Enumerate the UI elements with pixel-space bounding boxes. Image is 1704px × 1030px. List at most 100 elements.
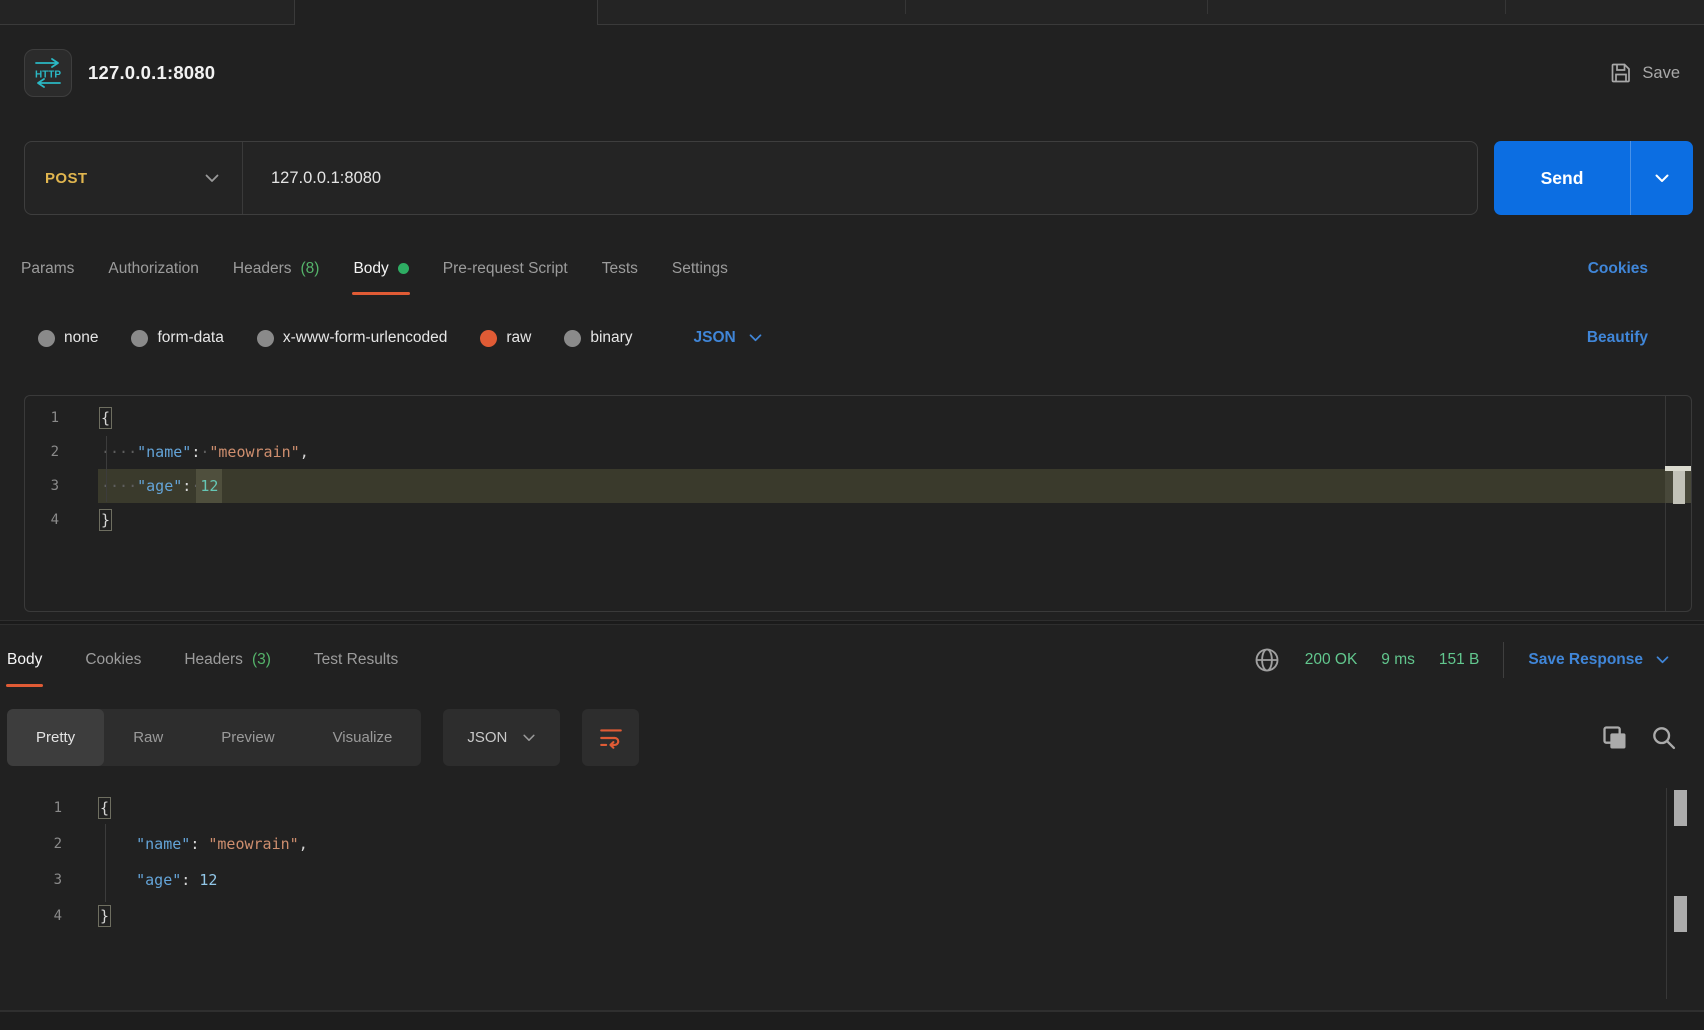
method-label: POST <box>45 170 87 187</box>
line-number: 3 <box>0 862 97 898</box>
cursor-overview-marker <box>1673 471 1685 504</box>
browser-tab-left[interactable] <box>0 0 295 25</box>
browser-tab-area-right[interactable] <box>598 0 1704 25</box>
response-format-selector[interactable]: JSON <box>443 709 560 766</box>
send-button[interactable]: Send <box>1494 141 1693 215</box>
view-visualize[interactable]: Visualize <box>304 709 422 766</box>
response-code: 1{2 "name": "meowrain",3 "age": 124} <box>0 788 1704 934</box>
radio-raw[interactable]: raw <box>480 329 531 347</box>
scroll-marker <box>1674 790 1687 826</box>
view-preview[interactable]: Preview <box>192 709 303 766</box>
tab-body[interactable]: Body <box>353 240 408 297</box>
beautify-link[interactable]: Beautify <box>1587 329 1648 347</box>
url-bar: POST 127.0.0.1:8080 <box>24 141 1478 215</box>
code-line: 3····"age":·12 <box>25 469 1665 503</box>
copy-icon <box>1601 724 1629 752</box>
wrap-text-button[interactable] <box>582 709 639 766</box>
response-body-viewer[interactable]: 1{2 "name": "meowrain",3 "age": 124} <box>0 788 1704 999</box>
save-response-button[interactable]: Save Response <box>1528 651 1670 669</box>
radio-circle <box>131 330 148 347</box>
tab-response-body[interactable]: Body <box>7 630 42 690</box>
cookies-link[interactable]: Cookies <box>1588 240 1648 297</box>
code-line: 2 "name": "meowrain", <box>0 826 1666 862</box>
request-body-editor[interactable]: 1{2····"name":·"meowrain",3····"age":·12… <box>24 395 1692 612</box>
body-type-bar: none form-data x-www-form-urlencoded raw… <box>38 311 1704 365</box>
code-line: 2····"name":·"meowrain", <box>25 435 1665 469</box>
code-line: 1{ <box>25 401 1665 435</box>
copy-button[interactable] <box>1601 724 1629 752</box>
tab-separator <box>1505 0 1506 14</box>
browser-tab-active[interactable] <box>295 0 598 25</box>
response-tools <box>1601 724 1678 752</box>
headers-count-badge: (8) <box>300 260 319 278</box>
tab-settings[interactable]: Settings <box>672 240 728 297</box>
svg-text:HTTP: HTTP <box>35 70 61 81</box>
view-pretty[interactable]: Pretty <box>7 709 104 766</box>
code-text: "name": "meowrain", <box>97 826 1666 862</box>
wrap-text-icon <box>598 725 624 751</box>
magnifier-icon <box>1650 724 1678 752</box>
code-line: 4} <box>25 503 1665 537</box>
code-text: ····"age":·12 <box>98 469 1665 503</box>
view-raw[interactable]: Raw <box>104 709 192 766</box>
scroll-marker <box>1674 896 1687 932</box>
radio-circle <box>38 330 55 347</box>
send-label[interactable]: Send <box>1494 141 1631 215</box>
chevron-down-icon <box>1654 173 1670 184</box>
bottom-divider <box>0 1010 1704 1030</box>
body-modified-dot <box>398 263 409 274</box>
tab-separator <box>1207 0 1208 14</box>
method-selector[interactable]: POST <box>25 142 243 214</box>
line-number: 1 <box>0 790 97 826</box>
indent-guide <box>105 824 106 902</box>
tab-tests[interactable]: Tests <box>602 240 638 297</box>
save-label: Save <box>1642 64 1680 83</box>
viewer-scroll-gutter[interactable] <box>1666 788 1667 999</box>
code-text: } <box>97 898 1666 934</box>
tab-separator <box>905 0 906 14</box>
code-line: 3 "age": 12 <box>0 862 1666 898</box>
request-title-bar: HTTP 127.0.0.1:8080 Save <box>24 49 1680 97</box>
pane-splitter[interactable] <box>0 620 1704 625</box>
code-line: 4} <box>0 898 1666 934</box>
time-badge: 9 ms <box>1381 651 1415 669</box>
chevron-down-icon <box>522 733 536 743</box>
radio-binary[interactable]: binary <box>564 329 632 347</box>
indent-guide <box>106 436 107 502</box>
response-meta: 200 OK 9 ms 151 B Save Response <box>1253 630 1670 690</box>
line-number: 1 <box>25 401 98 435</box>
response-section-tabs: Body Cookies Headers (3) Test Results 20… <box>7 630 1704 690</box>
save-button[interactable]: Save <box>1609 61 1680 85</box>
search-button[interactable] <box>1650 724 1678 752</box>
request-code: 1{2····"name":·"meowrain",3····"age":·12… <box>25 396 1691 537</box>
chevron-down-icon <box>204 173 220 184</box>
response-headers-count-badge: (3) <box>252 651 271 669</box>
url-input[interactable]: 127.0.0.1:8080 <box>243 169 1477 188</box>
tab-response-headers[interactable]: Headers (3) <box>184 630 271 690</box>
radio-circle-selected <box>480 330 497 347</box>
code-text: { <box>98 401 1665 435</box>
radio-urlencoded[interactable]: x-www-form-urlencoded <box>257 329 448 347</box>
divider <box>1503 642 1504 678</box>
tab-params[interactable]: Params <box>21 240 74 297</box>
request-tabs: Params Authorization Headers (8) Body Pr… <box>21 240 1704 297</box>
tab-headers[interactable]: Headers (8) <box>233 240 320 297</box>
radio-circle <box>257 330 274 347</box>
request-title: 127.0.0.1:8080 <box>88 62 215 84</box>
code-text: { <box>97 790 1666 826</box>
line-number: 2 <box>25 435 98 469</box>
radio-circle <box>564 330 581 347</box>
format-selector[interactable]: JSON <box>694 329 763 347</box>
tab-authorization[interactable]: Authorization <box>108 240 198 297</box>
tab-response-cookies[interactable]: Cookies <box>85 630 141 690</box>
editor-scroll-gutter[interactable] <box>1665 396 1666 611</box>
floppy-icon <box>1609 61 1633 85</box>
radio-none[interactable]: none <box>38 329 98 347</box>
tab-prerequest-script[interactable]: Pre-request Script <box>443 240 568 297</box>
globe-icon[interactable] <box>1253 646 1281 674</box>
tab-test-results[interactable]: Test Results <box>314 630 398 690</box>
send-options-button[interactable] <box>1631 141 1693 215</box>
line-number: 3 <box>25 469 98 503</box>
radio-form-data[interactable]: form-data <box>131 329 223 347</box>
code-text: } <box>98 503 1665 537</box>
